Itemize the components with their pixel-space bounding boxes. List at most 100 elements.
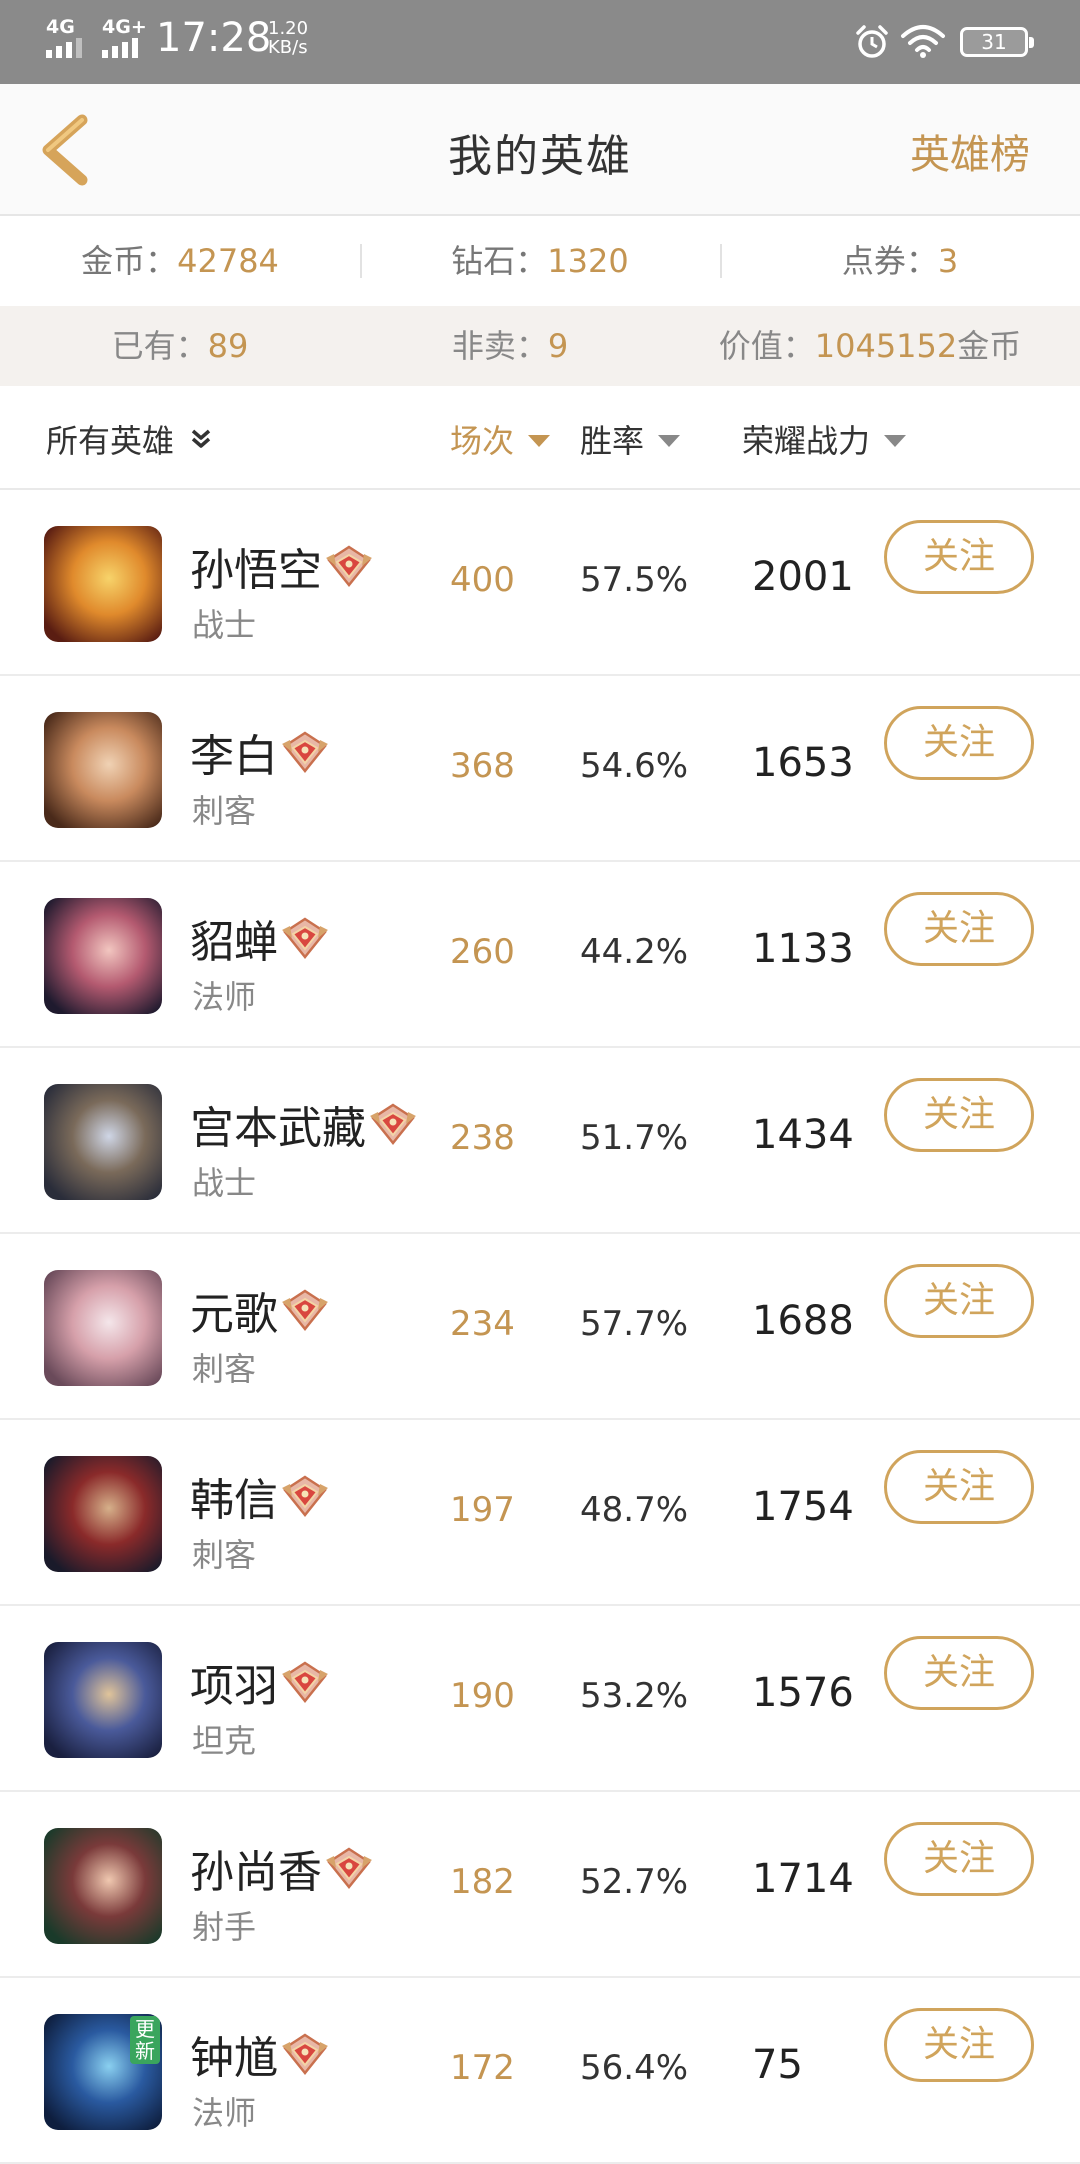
rank-emblem-icon [282,1289,328,1332]
hero-role: 战士 [192,1164,257,1202]
hero-row[interactable]: 貂蝉 法师 260 44.2% 1133 关注 [0,862,1080,1048]
hero-role: 法师 [192,2094,257,2132]
hero-name: 项羽 [190,1661,278,1712]
hero-avatar[interactable] [44,898,162,1014]
hero-role: 刺客 [192,1536,257,1574]
hero-role: 战士 [192,606,257,644]
hero-games-played: 190 [450,1676,515,1716]
hero-win-rate: 52.7% [580,1862,689,1902]
follow-button[interactable]: 关注 [884,520,1034,594]
hero-row[interactable]: 孙尚香 射手 182 52.7% 1714 关注 [0,1792,1080,1978]
follow-button[interactable]: 关注 [884,892,1034,966]
hero-win-rate: 44.2% [580,932,689,972]
hero-role: 坦克 [192,1722,257,1760]
hero-games-played: 238 [450,1118,515,1158]
hero-name: 韩信 [190,1475,278,1526]
hero-role: 刺客 [192,792,257,830]
rank-emblem-icon [326,1847,372,1890]
sort-by-power-button[interactable]: 荣耀战力 [742,416,907,462]
currency-summary: 金币：42784 钻石：1320 点券：3 [0,216,1080,306]
hero-row[interactable]: 韩信 刺客 197 48.7% 1754 关注 [0,1420,1080,1606]
hero-row[interactable]: 宫本武藏 战士 238 51.7% 1434 关注 [0,1048,1080,1234]
follow-button[interactable]: 关注 [884,1822,1034,1896]
diamonds-label: 钻石： [451,242,548,280]
hero-row[interactable]: 李白 刺客 368 54.6% 1653 关注 [0,676,1080,862]
hero-name: 钟馗 [190,2033,278,2084]
owned-count-value: 89 [207,327,249,365]
total-worth-value: 1045152 [814,327,958,365]
rank-emblem-icon [370,1103,416,1146]
hero-games-played: 400 [450,560,515,600]
sort-down-icon [528,435,551,447]
hero-name-group: 李白 [190,720,330,784]
not-for-sale-label: 非卖： [451,327,548,365]
gold-coins: 金币：42784 [0,216,360,306]
double-chevron-down-icon [191,429,211,448]
hero-games-played: 368 [450,746,515,786]
total-worth-unit: 金币 [957,327,1022,365]
hero-name-group: 元歌 [190,1278,330,1342]
hero-name-group: 貂蝉 [190,906,330,970]
hero-avatar[interactable]: 更新 [44,2014,162,2130]
follow-button[interactable]: 关注 [884,1636,1034,1710]
hero-name: 孙悟空 [190,545,322,596]
hero-row[interactable]: 项羽 坦克 190 53.2% 1576 关注 [0,1606,1080,1792]
hero-glory-power: 1688 [752,1298,854,1344]
hero-role: 射手 [192,1908,257,1946]
rank-emblem-icon [282,2033,328,2076]
rank-emblem-icon [282,1475,328,1518]
hero-games-played: 172 [450,2048,515,2088]
hero-avatar[interactable] [44,712,162,828]
signal-bars-2-icon [102,38,138,58]
hero-name-group: 孙尚香 [190,1836,374,1900]
sort-down-icon [884,435,907,447]
hero-role: 刺客 [192,1350,257,1388]
sort-bar: 所有英雄 场次 胜率 荣耀战力 [0,386,1080,490]
hero-ranking-link[interactable]: 英雄榜 [910,122,1030,180]
gold-coins-label: 金币： [81,242,178,280]
gold-coins-value: 42784 [177,242,279,280]
hero-avatar[interactable] [44,1456,162,1572]
sort-power-label: 荣耀战力 [742,422,871,460]
not-for-sale-value: 9 [547,327,569,365]
hero-avatar[interactable] [44,1084,162,1200]
signal-label-1: 4G [46,16,75,38]
alarm-icon [856,25,888,58]
total-worth: 价值：1045152金币 [660,306,1080,386]
hero-row[interactable]: 更新 钟馗 法师 172 56.4% 75 关注 [0,1978,1080,2164]
hero-row[interactable]: 孙悟空 战士 400 57.5% 2001 关注 [0,490,1080,676]
hero-avatar[interactable] [44,526,162,642]
diamonds-value: 1320 [547,242,629,280]
sort-by-games-button[interactable]: 场次 [450,416,551,462]
hero-glory-power: 2001 [752,554,854,600]
hero-win-rate: 53.2% [580,1676,689,1716]
signal-bars-1-icon [46,38,82,58]
hero-glory-power: 1133 [752,926,854,972]
follow-button[interactable]: 关注 [884,1450,1034,1524]
follow-button[interactable]: 关注 [884,1264,1034,1338]
hero-win-rate: 48.7% [580,1490,689,1530]
ownership-summary: 已有：89 非卖：9 价值：1045152金币 [0,306,1080,386]
hero-glory-power: 1576 [752,1670,854,1716]
hero-row[interactable]: 元歌 刺客 234 57.7% 1688 关注 [0,1234,1080,1420]
clock: 17:28 [156,15,272,61]
hero-glory-power: 75 [752,2042,803,2088]
hero-filter-label: 所有英雄 [46,422,175,460]
hero-avatar[interactable] [44,1828,162,1944]
follow-button[interactable]: 关注 [884,2008,1034,2082]
hero-filter-dropdown[interactable]: 所有英雄 [46,416,214,462]
sort-down-icon [658,435,681,447]
hero-avatar[interactable] [44,1270,162,1386]
wifi-icon [901,25,945,58]
hero-name: 李白 [190,731,278,782]
sort-games-label: 场次 [450,422,515,460]
update-badge: 更新 [130,2016,160,2064]
hero-name: 孙尚香 [190,1847,322,1898]
hero-win-rate: 51.7% [580,1118,689,1158]
follow-button[interactable]: 关注 [884,1078,1034,1152]
hero-avatar[interactable] [44,1642,162,1758]
hero-win-rate: 54.6% [580,746,689,786]
sort-by-winrate-button[interactable]: 胜率 [580,416,681,462]
battery-icon: 31 [960,27,1034,57]
follow-button[interactable]: 关注 [884,706,1034,780]
